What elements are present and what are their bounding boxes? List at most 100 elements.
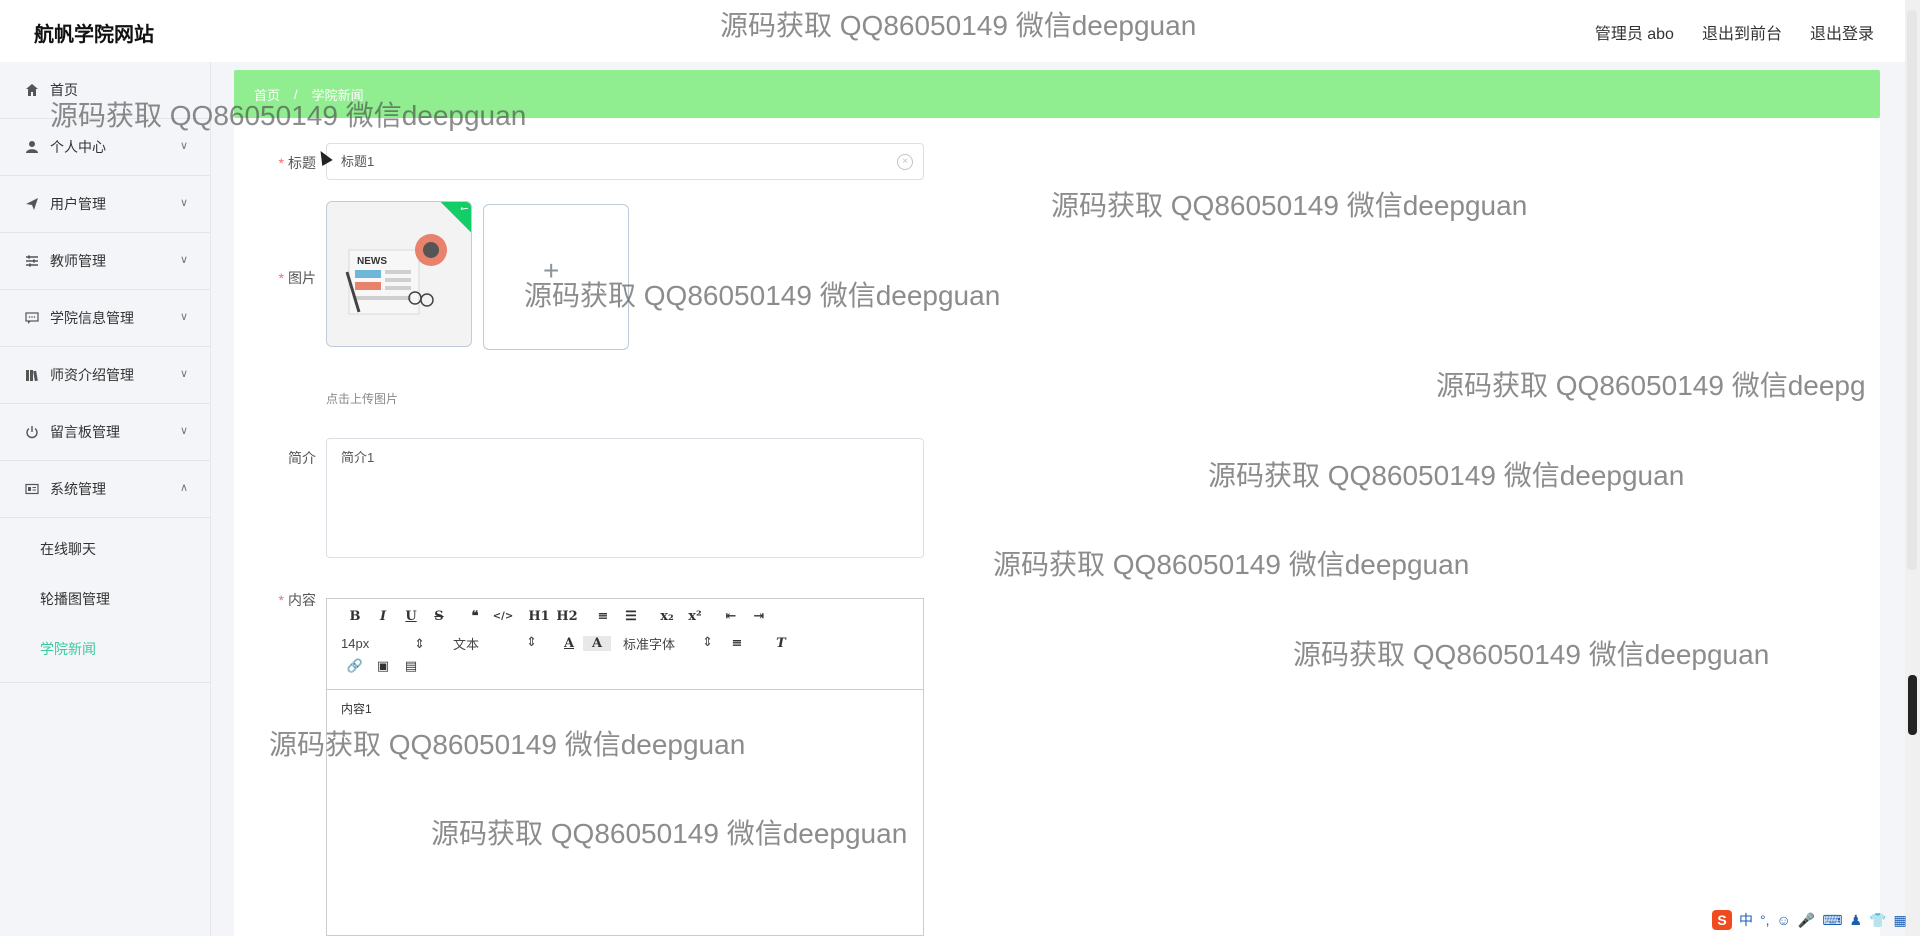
chevron-down-icon: ∨	[179, 311, 188, 323]
toolbar-row-2: 14px ⇕ 文本 ⇕ A A 标准字体 ⇕ ≡ T	[341, 634, 795, 653]
keyboard-icon[interactable]: ⌨	[1822, 912, 1842, 929]
blockquote-button[interactable]: ❝	[461, 609, 489, 624]
font-family-value: 标准字体	[623, 637, 676, 652]
logout-link[interactable]: 退出登录	[1810, 20, 1874, 44]
bold-button[interactable]: B	[341, 609, 369, 624]
sidebar-item-label: 系统管理	[50, 481, 106, 497]
font-size-value: 14px	[341, 635, 370, 651]
title-input[interactable]: 标题1 ×	[326, 143, 924, 180]
editor-toolbar: B I U S ❝ </> H1 H2 ≡ ☰ x₂ x² ⇤ ⇥ 14px ⇕ …	[327, 599, 923, 690]
sidebar-item-faculty[interactable]: 师资介绍管理 ∨	[0, 347, 210, 404]
select-arrows-icon: ⇕	[526, 634, 537, 649]
user-label: 管理员 abo	[1594, 26, 1674, 43]
toolbar-row-3: 🔗 ▣ ▤	[341, 659, 425, 674]
sidebar-item-label: 学院信息管理	[50, 310, 134, 326]
plus-icon: +	[543, 255, 560, 286]
sidebar-item-profile[interactable]: 个人中心 ∨	[0, 119, 210, 176]
font-color-icon[interactable]: A	[555, 636, 583, 651]
intro-textarea[interactable]: 简介1	[326, 438, 924, 558]
page-scrollbar[interactable]	[1905, 0, 1920, 936]
subscript-button[interactable]: x₂	[653, 609, 681, 624]
power-icon	[24, 424, 40, 440]
sidebar-item-label: 首页	[50, 82, 78, 98]
user-icon	[24, 139, 40, 155]
sidebar-subitem-carousel[interactable]: 轮播图管理	[0, 574, 210, 624]
breadcrumb-current: 学院新闻	[311, 87, 364, 103]
chevron-up-icon: ∧	[179, 482, 188, 494]
font-size-select[interactable]: 14px ⇕	[341, 636, 425, 652]
h2-button[interactable]: H2	[553, 609, 581, 624]
sidebar-item-label: 用户管理	[50, 196, 106, 212]
image-icon[interactable]: ▣	[369, 659, 397, 674]
news-illustration: NEWS	[345, 234, 447, 315]
required-mark: *	[278, 155, 284, 171]
text-type-value: 文本	[453, 637, 480, 652]
home-icon	[24, 82, 40, 98]
emoji-icon[interactable]: ☺	[1777, 912, 1791, 928]
superscript-button[interactable]: x²	[681, 609, 709, 624]
font-family-select[interactable]: 标准字体 ⇕	[623, 634, 713, 653]
ime-toolbar: S 中 °, ☺ 🎤 ⌨ ♟ 👕 ▦	[1712, 910, 1907, 930]
microphone-icon[interactable]: 🎤	[1798, 912, 1815, 929]
breadcrumb-home[interactable]: 首页	[254, 85, 280, 104]
italic-button[interactable]: I	[369, 609, 397, 624]
content-label-text: 内容	[288, 592, 316, 608]
bullet-list-button[interactable]: ☰	[617, 609, 645, 624]
code-block-button[interactable]: </>	[489, 611, 517, 622]
indent-button[interactable]: ⇥	[745, 609, 773, 624]
grid-icon[interactable]: ▦	[1893, 912, 1906, 929]
front-link[interactable]: 退出到前台	[1702, 20, 1782, 44]
ordered-list-button[interactable]: ≡	[589, 609, 617, 624]
system-submenu: 在线聊天 轮播图管理 学院新闻	[0, 518, 210, 683]
sidebar-item-label: 师资介绍管理	[50, 367, 134, 383]
site-title: 航帆学院网站	[34, 24, 154, 46]
clear-format-icon[interactable]: T	[767, 636, 795, 651]
punctuation-icon[interactable]: °,	[1760, 912, 1770, 928]
image-label: * 图片	[256, 268, 316, 288]
chevron-down-icon: ∨	[179, 368, 188, 380]
editor-content[interactable]: 内容1	[327, 690, 923, 727]
sidebar-item-label: 个人中心	[50, 139, 106, 155]
sidebar-item-users[interactable]: 用户管理 ∨	[0, 176, 210, 233]
chevron-down-icon: ∨	[179, 254, 188, 266]
breadcrumb: 首页 / 学院新闻	[234, 70, 1880, 118]
h1-button[interactable]: H1	[525, 609, 553, 624]
select-arrows-icon: ⇕	[414, 635, 425, 651]
breadcrumb-separator: /	[294, 86, 298, 102]
link-icon[interactable]: 🔗	[341, 659, 369, 674]
top-header: 航帆学院网站 管理员 abo 退出到前台 退出登录	[0, 0, 1920, 62]
sliders-icon	[24, 253, 40, 269]
sidebar-item-teachers[interactable]: 教师管理 ∨	[0, 233, 210, 290]
send-icon	[24, 196, 40, 212]
align-left-icon[interactable]: ≡	[723, 636, 751, 651]
thumb-news-text: NEWS	[357, 256, 387, 267]
title-label-text: 标题	[288, 155, 316, 171]
sidebar-item-system[interactable]: 系统管理 ∧	[0, 461, 210, 518]
id-card-icon	[24, 481, 40, 497]
sidebar-subitem-chat[interactable]: 在线聊天	[0, 524, 210, 574]
image-upload-button[interactable]: +	[483, 204, 629, 350]
strike-button[interactable]: S	[425, 609, 453, 624]
underline-button[interactable]: U	[397, 609, 425, 624]
scrollbar-thumb[interactable]	[1908, 675, 1917, 735]
chevron-down-icon: ∨	[179, 197, 188, 209]
sidebar-item-label: 教师管理	[50, 253, 106, 269]
chevron-down-icon: ∨	[179, 425, 188, 437]
chevron-down-icon: ∨	[179, 140, 188, 152]
outdent-button[interactable]: ⇤	[717, 609, 745, 624]
sidebar-item-label: 留言板管理	[50, 424, 120, 440]
video-icon[interactable]: ▤	[397, 659, 425, 674]
clear-icon[interactable]: ×	[897, 154, 913, 170]
sidebar-subitem-news[interactable]: 学院新闻	[0, 624, 210, 674]
user-icon[interactable]: ♟	[1849, 912, 1862, 929]
text-type-select[interactable]: 文本 ⇕	[453, 634, 537, 653]
skin-icon[interactable]: 👕	[1869, 912, 1886, 929]
uploaded-image-thumbnail[interactable]: NEWS ✓	[326, 201, 472, 347]
background-color-icon[interactable]: A	[583, 636, 611, 651]
title-label: * 标题	[256, 153, 316, 173]
sidebar-item-home[interactable]: 首页	[0, 62, 210, 119]
content-label: * 内容	[256, 590, 316, 610]
sidebar-item-messages[interactable]: 留言板管理 ∨	[0, 404, 210, 461]
ime-mode[interactable]: 中	[1739, 910, 1753, 930]
sidebar-item-college-info[interactable]: 学院信息管理 ∨	[0, 290, 210, 347]
